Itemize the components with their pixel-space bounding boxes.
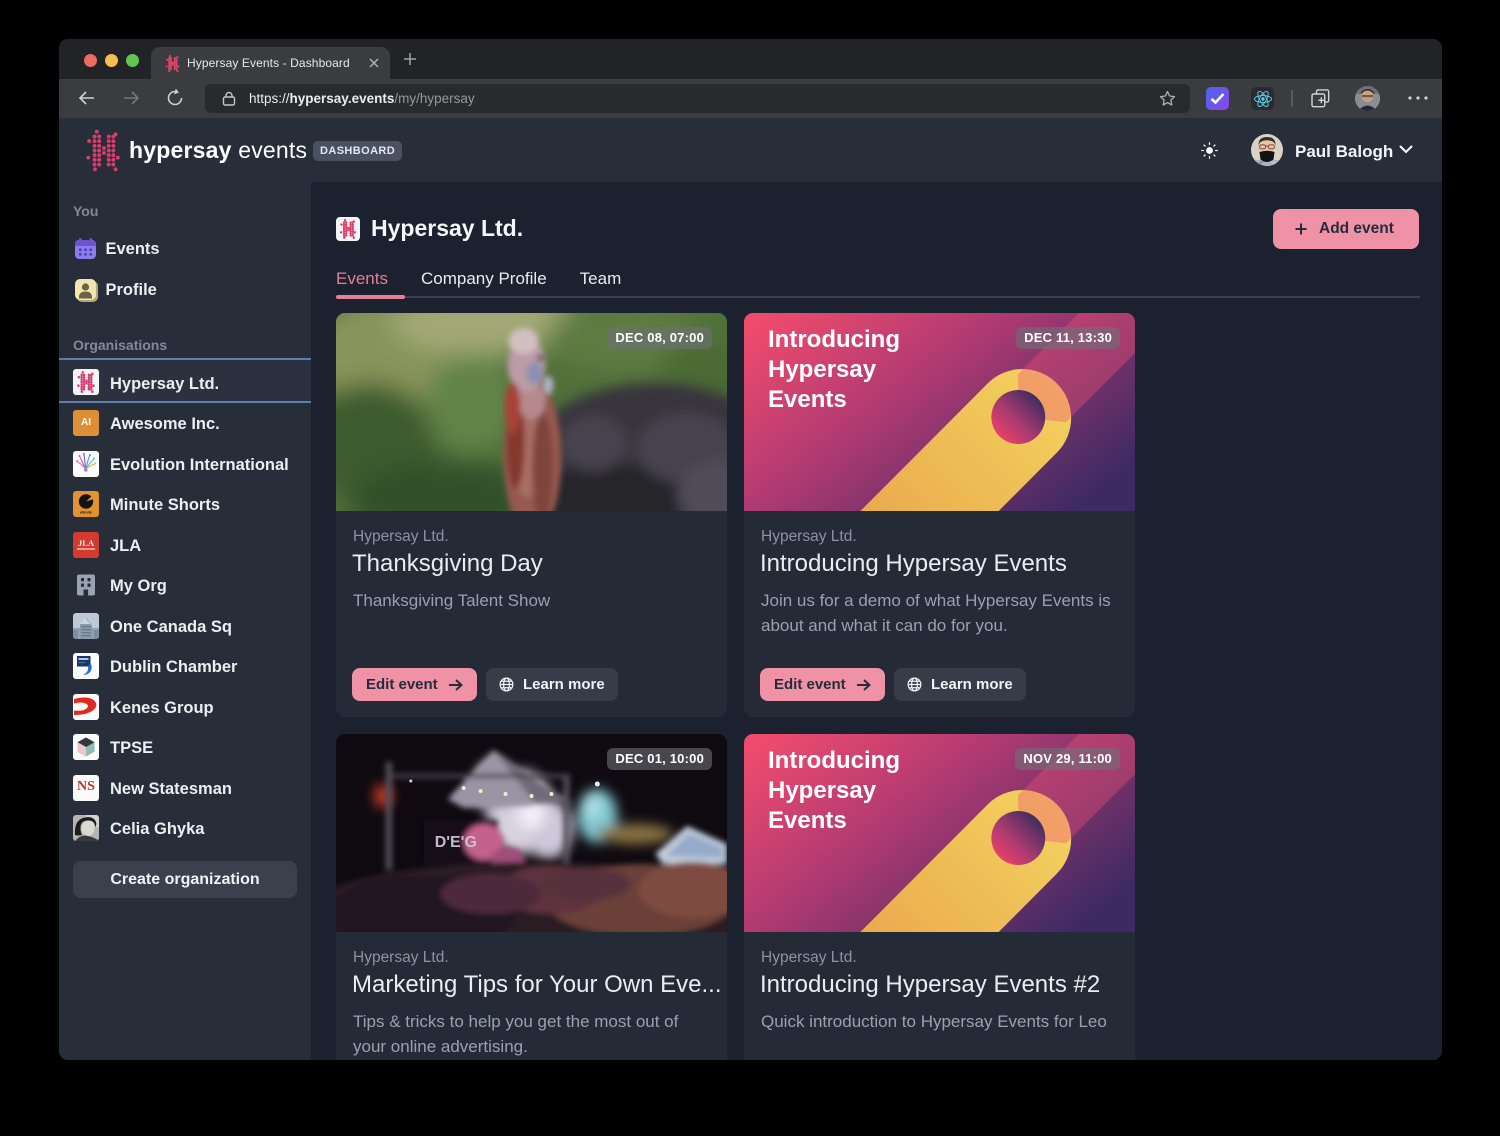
svg-text:D'E'G: D'E'G (435, 834, 477, 851)
svg-text:minute: minute (80, 511, 92, 515)
